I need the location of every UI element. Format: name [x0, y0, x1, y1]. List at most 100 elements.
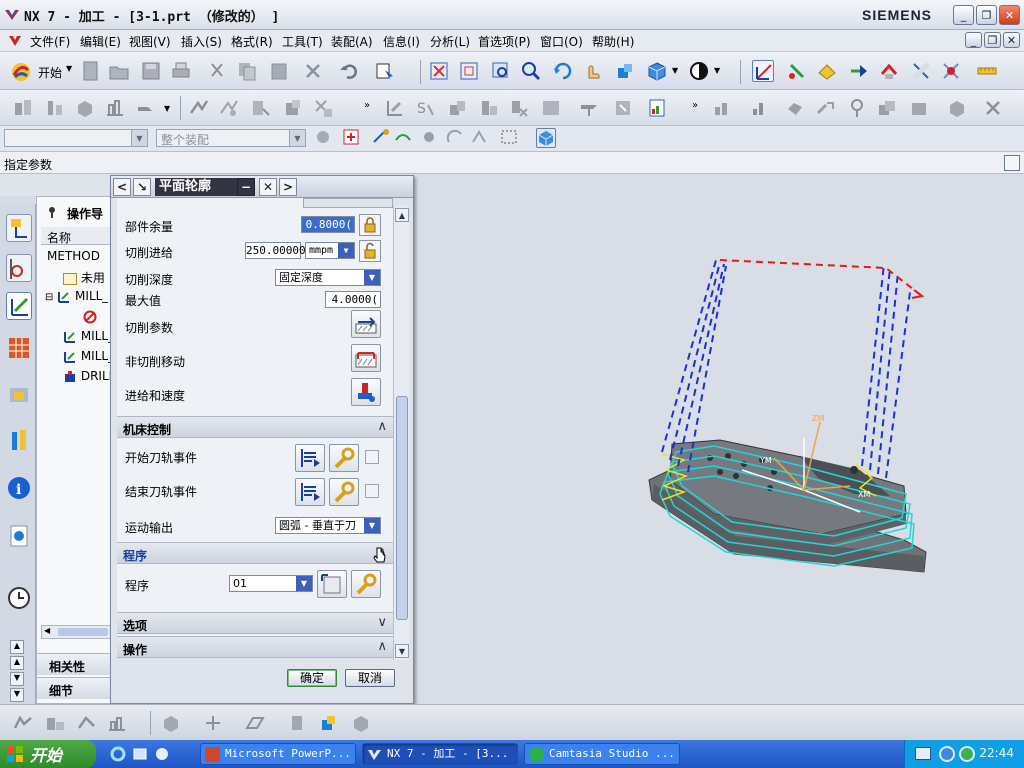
list-item[interactable] — [83, 309, 97, 329]
part-stock-field[interactable]: 0.8000( — [301, 216, 355, 233]
list-item[interactable]: MILL_ — [63, 349, 114, 369]
menu-window[interactable]: 窗口(O) — [540, 33, 583, 50]
cue-line-toggle-icon[interactable] — [1004, 155, 1020, 171]
edit-object-icon[interactable] — [384, 97, 406, 119]
verify-toolpath-icon[interactable] — [910, 60, 932, 82]
info-window-icon[interactable]: i — [6, 474, 32, 502]
options-section[interactable]: 选项 ∨ — [117, 612, 393, 634]
rotate-icon[interactable] — [552, 60, 574, 82]
dialog-back-icon[interactable]: < — [113, 178, 131, 196]
dialog-close-icon[interactable]: ✕ — [259, 178, 277, 196]
desktop-quicklaunch-icon[interactable] — [132, 746, 148, 762]
snap-point-icon[interactable] — [342, 128, 360, 146]
navigator-hscroll[interactable]: ◀ — [41, 625, 115, 639]
ok-button[interactable]: 确定 — [287, 669, 337, 687]
taskbar-item-nx[interactable]: NX 7 - 加工 - [3... — [362, 743, 518, 765]
bottom-tool-6-icon[interactable] — [286, 712, 308, 734]
assembly-navigator-icon[interactable] — [6, 214, 32, 242]
machine-control-section[interactable]: 机床控制 ∧ — [117, 416, 393, 438]
program-section[interactable]: 程序 ∧ — [117, 542, 393, 564]
web-browser-icon[interactable] — [6, 522, 32, 550]
reuse-library-icon[interactable] — [6, 426, 32, 454]
zoom-window-icon[interactable] — [458, 60, 480, 82]
operation-navigator-icon[interactable] — [6, 292, 32, 320]
start-menu-label[interactable]: 开始 — [38, 64, 62, 81]
close-window-button[interactable]: ✕ — [999, 5, 1020, 25]
verify-icon[interactable] — [282, 97, 304, 119]
menu-view[interactable]: 视图(V) — [129, 33, 171, 50]
print-icon[interactable] — [170, 60, 192, 82]
view-cube-icon[interactable] — [536, 128, 556, 148]
create-tool-icon[interactable] — [786, 60, 808, 82]
doc-restore-button[interactable]: ❐ — [984, 32, 1001, 48]
assign-icon[interactable] — [814, 97, 836, 119]
menu-format[interactable]: 格式(R) — [231, 33, 273, 50]
simulate-icon[interactable] — [312, 97, 334, 119]
ie-quicklaunch-icon[interactable] — [110, 746, 126, 762]
copy-object-icon[interactable] — [446, 97, 468, 119]
motion-output-select[interactable]: 圆弧 - 垂直于刀 ▼ — [275, 517, 381, 534]
postprocess-icon[interactable] — [940, 60, 962, 82]
bottom-tool-2-icon[interactable] — [44, 712, 66, 734]
delete-icon[interactable] — [302, 60, 324, 82]
menu-file[interactable]: 文件(F) — [30, 33, 70, 50]
taskbar-item-powerpoint[interactable]: Microsoft PowerP... — [200, 743, 356, 765]
graphics-window[interactable]: ZM YM XM — [414, 174, 1024, 704]
doc-minimize-button[interactable]: _ — [965, 32, 982, 48]
list-item[interactable]: DRILL — [63, 369, 115, 389]
scroll-down-icon[interactable]: ▼ — [395, 644, 409, 658]
bottom-tool-4-icon[interactable] — [106, 712, 128, 734]
menu-help[interactable]: 帮助(H) — [592, 33, 634, 50]
cut-depth-select[interactable]: 固定深度 ▼ — [275, 269, 381, 286]
selection-icon[interactable] — [374, 60, 396, 82]
machine-tool-view-icon[interactable] — [44, 97, 66, 119]
chevron-up-icon[interactable]: ∧ — [377, 639, 387, 654]
list-item[interactable]: MILL_ — [63, 329, 114, 349]
type-filter-select[interactable]: ▼ — [4, 129, 148, 147]
scroll-up-icon[interactable]: ▲ — [395, 208, 409, 222]
shading-dropdown-icon[interactable]: ▼ — [672, 66, 678, 75]
process-icon[interactable] — [784, 97, 806, 119]
start-event-edit-button[interactable] — [329, 444, 359, 472]
bottom-tool-1-icon[interactable] — [12, 712, 34, 734]
feature-op-2-icon[interactable] — [750, 97, 772, 119]
doc-close-button[interactable]: ✕ — [1003, 32, 1020, 48]
start-event-select-button[interactable] — [295, 444, 325, 472]
actions-section[interactable]: 操作 ∧ — [117, 636, 393, 658]
rect-select-icon[interactable] — [500, 128, 518, 146]
start-button[interactable]: 开始 — [0, 740, 96, 768]
end-event-edit-button[interactable] — [329, 478, 359, 506]
control-point-icon[interactable] — [394, 128, 412, 146]
display-object-icon[interactable] — [134, 97, 156, 119]
scroll-thumb[interactable] — [396, 396, 408, 620]
cancel-x-icon[interactable] — [982, 97, 1004, 119]
dialog-minimize-icon[interactable]: − — [237, 178, 255, 196]
pin-icon[interactable] — [45, 205, 59, 219]
machining-method-view-icon[interactable] — [104, 97, 126, 119]
max-value-field[interactable]: 4.0000( — [325, 291, 381, 308]
menu-insert[interactable]: 插入(S) — [181, 33, 222, 50]
quadrant-icon[interactable] — [470, 128, 488, 146]
constraint-navigator-icon[interactable] — [6, 254, 32, 282]
undo-icon[interactable] — [338, 60, 360, 82]
bottom-tool-3-icon[interactable] — [76, 712, 98, 734]
cut-params-button[interactable] — [351, 310, 381, 338]
list-item[interactable]: ⊟ MILL_ — [45, 289, 108, 309]
end-event-checkbox[interactable] — [365, 484, 379, 498]
feed-unit-select[interactable]: mmpm ▼ — [305, 242, 355, 259]
copy-icon[interactable] — [236, 60, 258, 82]
transform-object-icon[interactable] — [578, 97, 600, 119]
menu-edit[interactable]: 编辑(E) — [80, 33, 121, 50]
menu-assembly[interactable]: 装配(A) — [331, 33, 373, 50]
rename-icon[interactable] — [540, 97, 562, 119]
list-item[interactable]: 未用 — [63, 269, 105, 289]
keyboard-icon[interactable] — [915, 747, 931, 760]
open-file-icon[interactable] — [108, 60, 130, 82]
bottom-tool-7-icon[interactable] — [318, 712, 340, 734]
measure-icon[interactable] — [976, 60, 998, 82]
lighting-icon[interactable] — [688, 60, 710, 82]
menu-information[interactable]: 信息(I) — [383, 33, 420, 50]
feature-op-icon[interactable] — [712, 97, 734, 119]
end-event-select-button[interactable] — [295, 478, 325, 506]
menu-preferences[interactable]: 首选项(P) — [478, 33, 531, 50]
